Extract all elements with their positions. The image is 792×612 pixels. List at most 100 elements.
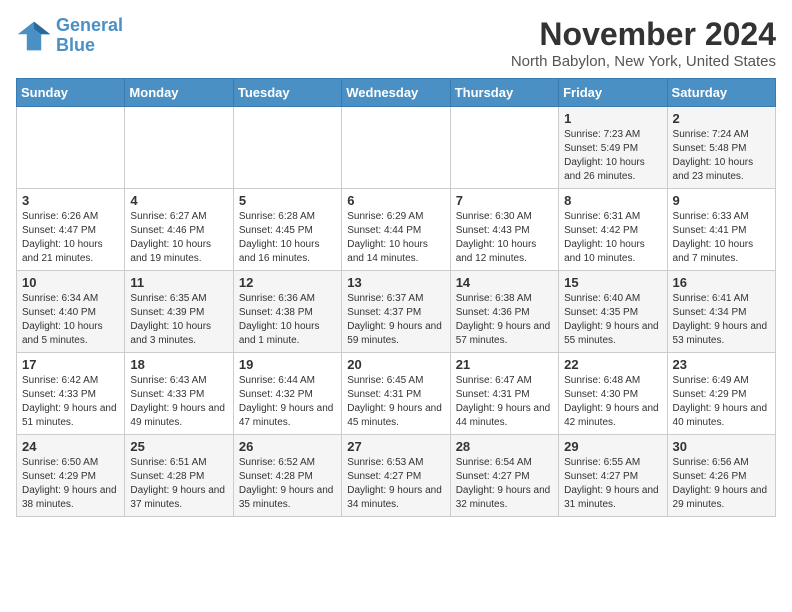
day-info: Sunrise: 6:53 AM Sunset: 4:27 PM Dayligh…	[347, 456, 444, 512]
page-header: General Blue November 2024 North Babylon…	[16, 16, 776, 70]
calendar-cell: 1 Sunrise: 7:23 AM Sunset: 5:49 PM Daylig…	[559, 107, 667, 189]
calendar-cell: 8 Sunrise: 6:31 AM Sunset: 4:42 PM Daylig…	[559, 189, 667, 271]
day-info: Sunrise: 6:42 AM Sunset: 4:33 PM Dayligh…	[22, 374, 119, 430]
calendar-cell: 4Sunrise: 6:27 AM Sunset: 4:46 PM Daylig…	[125, 189, 233, 271]
title-block: November 2024 North Babylon, New York, U…	[511, 16, 776, 70]
day-number: 19	[239, 357, 336, 372]
day-info: Sunrise: 6:34 AM Sunset: 4:40 PM Dayligh…	[22, 292, 119, 348]
day-info: Sunrise: 6:44 AM Sunset: 4:32 PM Dayligh…	[239, 374, 336, 430]
day-info: Sunrise: 6:35 AM Sunset: 4:39 PM Dayligh…	[130, 292, 227, 348]
day-number: 28	[456, 439, 553, 454]
day-number: 17	[22, 357, 119, 372]
calendar-cell: 15 Sunrise: 6:40 AM Sunset: 4:35 PM Dayli…	[559, 271, 667, 353]
day-info: Sunrise: 6:36 AM Sunset: 4:38 PM Dayligh…	[239, 292, 336, 348]
day-info: Sunrise: 6:28 AM Sunset: 4:45 PM Dayligh…	[239, 210, 336, 266]
logo-icon	[16, 18, 52, 54]
day-number: 15	[564, 275, 661, 290]
calendar-cell: 27 Sunrise: 6:53 AM Sunset: 4:27 PM Dayli…	[342, 435, 450, 517]
calendar-cell: 28 Sunrise: 6:54 AM Sunset: 4:27 PM Dayli…	[450, 435, 558, 517]
calendar-cell: 3 Sunrise: 6:26 AM Sunset: 4:47 PM Daylig…	[17, 189, 125, 271]
day-number: 18	[130, 357, 227, 372]
weekday-header: Wednesday	[342, 79, 450, 107]
day-number: 8	[564, 193, 661, 208]
calendar-cell: 23 Sunrise: 6:49 AM Sunset: 4:29 PM Dayli…	[667, 353, 775, 435]
calendar-cell: 20 Sunrise: 6:45 AM Sunset: 4:31 PM Dayli…	[342, 353, 450, 435]
calendar-cell	[17, 107, 125, 189]
weekday-header: Tuesday	[233, 79, 341, 107]
calendar-cell: 6 Sunrise: 6:29 AM Sunset: 4:44 PM Daylig…	[342, 189, 450, 271]
weekday-header-row: SundayMondayTuesdayWednesdayThursdayFrid…	[17, 79, 776, 107]
calendar: SundayMondayTuesdayWednesdayThursdayFrid…	[16, 78, 776, 517]
day-number: 23	[673, 357, 770, 372]
day-number: 2	[673, 111, 770, 126]
calendar-cell	[450, 107, 558, 189]
calendar-cell: 16Sunrise: 6:41 AM Sunset: 4:34 PM Dayli…	[667, 271, 775, 353]
day-info: Sunrise: 6:33 AM Sunset: 4:41 PM Dayligh…	[673, 210, 770, 266]
day-info: Sunrise: 7:23 AM Sunset: 5:49 PM Dayligh…	[564, 128, 661, 184]
calendar-cell	[233, 107, 341, 189]
calendar-cell: 29 Sunrise: 6:55 AM Sunset: 4:27 PM Dayli…	[559, 435, 667, 517]
day-info: Sunrise: 6:38 AM Sunset: 4:36 PM Dayligh…	[456, 292, 553, 348]
day-info: Sunrise: 6:31 AM Sunset: 4:42 PM Dayligh…	[564, 210, 661, 266]
calendar-cell: 11Sunrise: 6:35 AM Sunset: 4:39 PM Dayli…	[125, 271, 233, 353]
calendar-cell: 22 Sunrise: 6:48 AM Sunset: 4:30 PM Dayli…	[559, 353, 667, 435]
calendar-cell: 10 Sunrise: 6:34 AM Sunset: 4:40 PM Dayli…	[17, 271, 125, 353]
weekday-header: Sunday	[17, 79, 125, 107]
calendar-cell: 24Sunrise: 6:50 AM Sunset: 4:29 PM Dayli…	[17, 435, 125, 517]
day-number: 22	[564, 357, 661, 372]
day-number: 29	[564, 439, 661, 454]
day-number: 13	[347, 275, 444, 290]
weekday-header: Thursday	[450, 79, 558, 107]
day-number: 1	[564, 111, 661, 126]
calendar-cell: 30Sunrise: 6:56 AM Sunset: 4:26 PM Dayli…	[667, 435, 775, 517]
day-number: 10	[22, 275, 119, 290]
weekday-header: Monday	[125, 79, 233, 107]
day-number: 20	[347, 357, 444, 372]
day-number: 25	[130, 439, 227, 454]
day-number: 14	[456, 275, 553, 290]
day-info: Sunrise: 6:56 AM Sunset: 4:26 PM Dayligh…	[673, 456, 770, 512]
day-number: 3	[22, 193, 119, 208]
day-number: 24	[22, 439, 119, 454]
calendar-cell: 2 Sunrise: 7:24 AM Sunset: 5:48 PM Daylig…	[667, 107, 775, 189]
day-info: Sunrise: 6:51 AM Sunset: 4:28 PM Dayligh…	[130, 456, 227, 512]
calendar-cell	[125, 107, 233, 189]
calendar-week-row: 24Sunrise: 6:50 AM Sunset: 4:29 PM Dayli…	[17, 435, 776, 517]
day-info: Sunrise: 6:26 AM Sunset: 4:47 PM Dayligh…	[22, 210, 119, 266]
calendar-cell: 21 Sunrise: 6:47 AM Sunset: 4:31 PM Dayli…	[450, 353, 558, 435]
month-title: November 2024	[511, 16, 776, 53]
day-info: Sunrise: 7:24 AM Sunset: 5:48 PM Dayligh…	[673, 128, 770, 184]
calendar-week-row: 17 Sunrise: 6:42 AM Sunset: 4:33 PM Dayli…	[17, 353, 776, 435]
day-info: Sunrise: 6:41 AM Sunset: 4:34 PM Dayligh…	[673, 292, 770, 348]
day-number: 12	[239, 275, 336, 290]
day-info: Sunrise: 6:29 AM Sunset: 4:44 PM Dayligh…	[347, 210, 444, 266]
day-info: Sunrise: 6:48 AM Sunset: 4:30 PM Dayligh…	[564, 374, 661, 430]
calendar-cell: 13 Sunrise: 6:37 AM Sunset: 4:37 PM Dayli…	[342, 271, 450, 353]
day-number: 6	[347, 193, 444, 208]
calendar-week-row: 10 Sunrise: 6:34 AM Sunset: 4:40 PM Dayli…	[17, 271, 776, 353]
logo-text: General Blue	[56, 16, 123, 56]
day-info: Sunrise: 6:40 AM Sunset: 4:35 PM Dayligh…	[564, 292, 661, 348]
calendar-cell: 19 Sunrise: 6:44 AM Sunset: 4:32 PM Dayli…	[233, 353, 341, 435]
day-info: Sunrise: 6:52 AM Sunset: 4:28 PM Dayligh…	[239, 456, 336, 512]
logo: General Blue	[16, 16, 123, 56]
day-info: Sunrise: 6:37 AM Sunset: 4:37 PM Dayligh…	[347, 292, 444, 348]
calendar-cell: 12 Sunrise: 6:36 AM Sunset: 4:38 PM Dayli…	[233, 271, 341, 353]
weekday-header: Saturday	[667, 79, 775, 107]
day-info: Sunrise: 6:55 AM Sunset: 4:27 PM Dayligh…	[564, 456, 661, 512]
day-number: 7	[456, 193, 553, 208]
day-info: Sunrise: 6:27 AM Sunset: 4:46 PM Dayligh…	[130, 210, 227, 266]
day-info: Sunrise: 6:45 AM Sunset: 4:31 PM Dayligh…	[347, 374, 444, 430]
calendar-cell: 17 Sunrise: 6:42 AM Sunset: 4:33 PM Dayli…	[17, 353, 125, 435]
calendar-cell: 9 Sunrise: 6:33 AM Sunset: 4:41 PM Daylig…	[667, 189, 775, 271]
calendar-cell	[342, 107, 450, 189]
day-info: Sunrise: 6:47 AM Sunset: 4:31 PM Dayligh…	[456, 374, 553, 430]
day-info: Sunrise: 6:54 AM Sunset: 4:27 PM Dayligh…	[456, 456, 553, 512]
day-info: Sunrise: 6:43 AM Sunset: 4:33 PM Dayligh…	[130, 374, 227, 430]
day-info: Sunrise: 6:49 AM Sunset: 4:29 PM Dayligh…	[673, 374, 770, 430]
day-number: 21	[456, 357, 553, 372]
day-number: 27	[347, 439, 444, 454]
calendar-cell: 26Sunrise: 6:52 AM Sunset: 4:28 PM Dayli…	[233, 435, 341, 517]
day-number: 9	[673, 193, 770, 208]
day-info: Sunrise: 6:30 AM Sunset: 4:43 PM Dayligh…	[456, 210, 553, 266]
